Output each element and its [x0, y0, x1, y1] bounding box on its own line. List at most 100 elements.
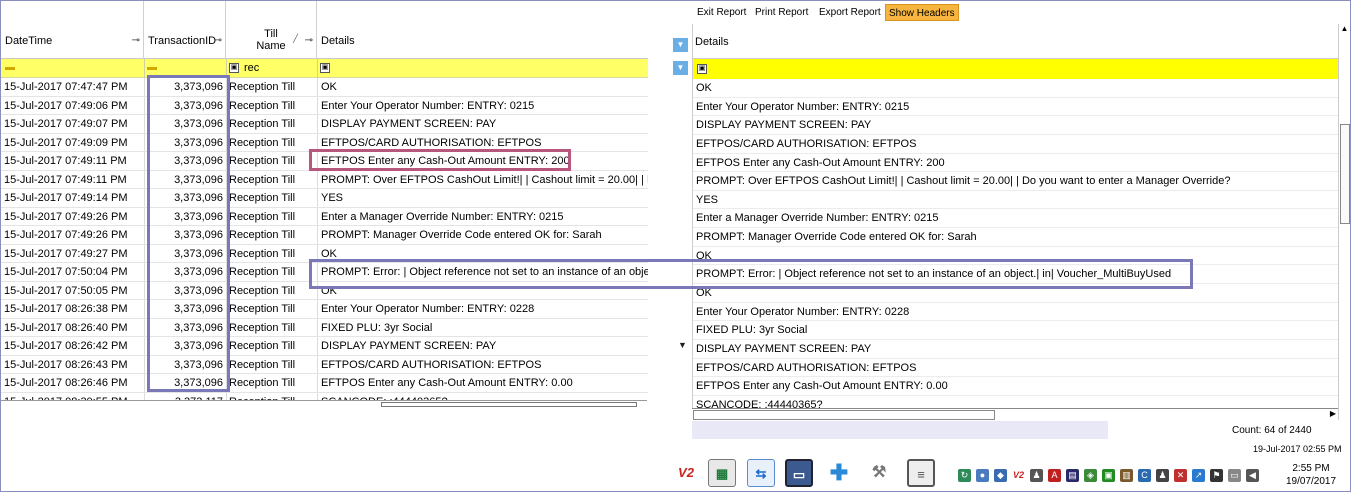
- tray-arrow-icon[interactable]: ↗: [1192, 469, 1205, 482]
- details-cell: FIXED PLU: 3yr Social: [321, 321, 433, 334]
- tools-app-icon[interactable]: ⚒: [865, 459, 893, 487]
- filter-clear-icon[interactable]: [5, 67, 15, 70]
- table-row[interactable]: YES: [693, 191, 1338, 210]
- tray-network-icon[interactable]: ●: [976, 469, 989, 482]
- table-row[interactable]: Enter Your Operator Number: ENTRY: 0228: [693, 303, 1338, 322]
- scroll-thumb[interactable]: [381, 402, 637, 407]
- filter-operator-icon[interactable]: ▣: [697, 64, 707, 74]
- table-row[interactable]: DISPLAY PAYMENT SCREEN: PAY: [693, 116, 1338, 135]
- tray-pdf-icon[interactable]: A: [1048, 469, 1061, 482]
- datetime-cell: 15-Jul-2017 07:49:09 PM: [4, 136, 128, 149]
- tray-flag-icon[interactable]: ⚑: [1210, 469, 1223, 482]
- table-row[interactable]: SCANCODE: :44440365?: [693, 396, 1338, 408]
- table-row[interactable]: 15-Jul-2017 08:26:38 PM 3,373,096 Receptio…: [1, 300, 648, 319]
- pin-icon[interactable]: ⊸: [132, 35, 140, 46]
- till-name-cell: Reception Till: [229, 284, 296, 297]
- tray-shield-icon[interactable]: ◆: [994, 469, 1007, 482]
- tray-monitor-icon[interactable]: ▭: [1228, 469, 1241, 482]
- table-row[interactable]: 15-Jul-2017 07:47:47 PM 3,373,096 Receptio…: [1, 78, 648, 97]
- table-row[interactable]: 15-Jul-2017 07:49:07 PM 3,373,096 Receptio…: [1, 115, 648, 134]
- scroll-up-icon[interactable]: ▲: [1339, 24, 1350, 36]
- table-row[interactable]: Enter a Manager Override Number: ENTRY: …: [693, 209, 1338, 229]
- tray-app-icon[interactable]: ▣: [1102, 469, 1115, 482]
- column-header-till-name[interactable]: Till Name ╱ ⊸: [226, 1, 317, 59]
- datetime-cell: 15-Jul-2017 07:50:04 PM: [4, 266, 128, 278]
- till-name-cell: Reception Till: [229, 321, 296, 334]
- details-cell: DISPLAY PAYMENT SCREEN: PAY: [321, 118, 497, 130]
- tray-v2-icon[interactable]: V2: [1012, 469, 1025, 482]
- right-grid-header[interactable]: Details: [693, 24, 1338, 59]
- table-row[interactable]: 15-Jul-2017 08:26:46 PM 3,373,096 Receptio…: [1, 374, 648, 393]
- expand-down-icon[interactable]: ▼: [673, 61, 688, 75]
- tray-people-icon[interactable]: ♟: [1030, 469, 1043, 482]
- datetime-cell: 15-Jul-2017 07:49:26 PM: [4, 229, 128, 241]
- datetime-cell: 15-Jul-2017 07:49:06 PM: [4, 99, 128, 112]
- table-row[interactable]: 15-Jul-2017 08:26:43 PM 3,373,096 Receptio…: [1, 356, 648, 374]
- left-filter-row: ▣ rec ▣: [1, 59, 648, 78]
- table-row[interactable]: 15-Jul-2017 08:26:40 PM 3,373,096 Receptio…: [1, 319, 648, 337]
- left-horizontal-scrollbar[interactable]: [1, 400, 647, 408]
- v2-app-icon[interactable]: V2: [672, 459, 700, 487]
- pin-icon[interactable]: ⊸: [214, 35, 222, 46]
- datetime-cell: 15-Jul-2017 07:49:14 PM: [4, 192, 128, 204]
- table-row[interactable]: 15-Jul-2017 07:49:26 PM 3,373,096 Receptio…: [1, 208, 648, 226]
- table-row[interactable]: OK: [693, 79, 1338, 98]
- tray-tag-icon[interactable]: ◈: [1084, 469, 1097, 482]
- table-row[interactable]: EFTPOS/CARD AUTHORISATION: EFTPOS: [693, 359, 1338, 378]
- export-report-button[interactable]: Export Report: [816, 4, 884, 21]
- taskbar-clock[interactable]: 2:55 PM 19/07/2017: [1286, 462, 1336, 488]
- table-row[interactable]: EFTPOS Enter any Cash-Out Amount ENTRY: …: [693, 154, 1338, 173]
- table-row[interactable]: 15-Jul-2017 07:49:14 PM 3,373,096 Receptio…: [1, 189, 648, 208]
- expand-down-icon[interactable]: ▼: [673, 38, 688, 52]
- column-header-datetime[interactable]: DateTime ⊸: [1, 1, 144, 59]
- datetime-cell: 15-Jul-2017 07:49:11 PM: [4, 155, 127, 167]
- right-vertical-scrollbar[interactable]: ▲: [1338, 24, 1350, 420]
- column-label-datetime: DateTime: [5, 35, 53, 47]
- table-row[interactable]: 15-Jul-2017 07:49:06 PM 3,373,096 Receptio…: [1, 97, 648, 115]
- column-header-details[interactable]: Details: [317, 1, 648, 59]
- tray-tool-icon[interactable]: ✕: [1174, 469, 1187, 482]
- left-grid-header: DateTime ⊸ TransactionID ⊸ Till Name ╱ ⊸…: [1, 1, 648, 59]
- print-report-button[interactable]: Print Report: [752, 4, 811, 21]
- pin-icon[interactable]: ⊸: [305, 35, 313, 46]
- tray-database-icon[interactable]: ▥: [1120, 469, 1133, 482]
- tray-document-icon[interactable]: ▤: [1066, 469, 1079, 482]
- tray-volume-icon[interactable]: ◀: [1246, 469, 1259, 482]
- table-row[interactable]: 15-Jul-2017 07:49:26 PM 3,373,096 Receptio…: [1, 226, 648, 245]
- details-cell: Enter Your Operator Number: ENTRY: 0228: [321, 303, 535, 315]
- column-header-transactionid[interactable]: TransactionID ⊸: [144, 1, 226, 59]
- transaction-id-highlight-box: [147, 75, 230, 392]
- medical-cross-app-icon[interactable]: ✚: [825, 459, 853, 487]
- scroll-thumb[interactable]: [693, 410, 995, 420]
- table-row[interactable]: FIXED PLU: 3yr Social: [693, 321, 1338, 340]
- tray-refresh-icon[interactable]: ↻: [958, 469, 971, 482]
- filter-clear-icon[interactable]: [147, 67, 157, 70]
- report-viewer-app-icon[interactable]: ≡: [907, 459, 935, 487]
- right-horizontal-scrollbar[interactable]: ▶: [692, 408, 1338, 420]
- remote-desktop-app-icon[interactable]: ▭: [785, 459, 813, 487]
- datetime-cell: 15-Jul-2017 07:49:11 PM: [4, 173, 127, 186]
- filter-operator-icon[interactable]: ▣: [320, 63, 330, 73]
- scroll-thumb[interactable]: [1340, 124, 1350, 224]
- table-row[interactable]: EFTPOS/CARD AUTHORISATION: EFTPOS: [693, 135, 1338, 154]
- teamviewer-app-icon[interactable]: ⇆: [747, 459, 775, 487]
- show-headers-button[interactable]: Show Headers: [885, 4, 959, 21]
- table-row[interactable]: PROMPT: Manager Override Code entered OK…: [693, 228, 1338, 247]
- scroll-right-icon[interactable]: ▶: [1330, 409, 1336, 418]
- filter-operator-icon[interactable]: ▣: [229, 63, 239, 73]
- till-filter-input[interactable]: rec: [244, 62, 259, 74]
- table-row[interactable]: 15-Jul-2017 07:49:11 PM 3,373,096 Receptio…: [1, 171, 648, 189]
- spreadsheet-app-icon[interactable]: ▦: [708, 459, 736, 487]
- table-row[interactable]: DISPLAY PAYMENT SCREEN: PAY: [693, 340, 1338, 359]
- table-row[interactable]: 15-Jul-2017 08:26:42 PM 3,373,096 Receptio…: [1, 337, 648, 356]
- column-label-details: Details: [321, 35, 355, 47]
- till-name-cell: Reception Till: [229, 266, 296, 278]
- table-row[interactable]: EFTPOS Enter any Cash-Out Amount ENTRY: …: [693, 377, 1338, 396]
- tray-users-icon[interactable]: ♟: [1156, 469, 1169, 482]
- table-row[interactable]: Enter Your Operator Number: ENTRY: 0215: [693, 98, 1338, 117]
- clock-time: 2:55 PM: [1292, 463, 1330, 474]
- tray-c-icon[interactable]: C: [1138, 469, 1151, 482]
- collapse-arrow-icon[interactable]: ▼: [678, 340, 687, 350]
- exit-report-button[interactable]: Exit Report: [694, 4, 749, 21]
- table-row[interactable]: PROMPT: Over EFTPOS CashOut Limit!| | Ca…: [693, 172, 1338, 191]
